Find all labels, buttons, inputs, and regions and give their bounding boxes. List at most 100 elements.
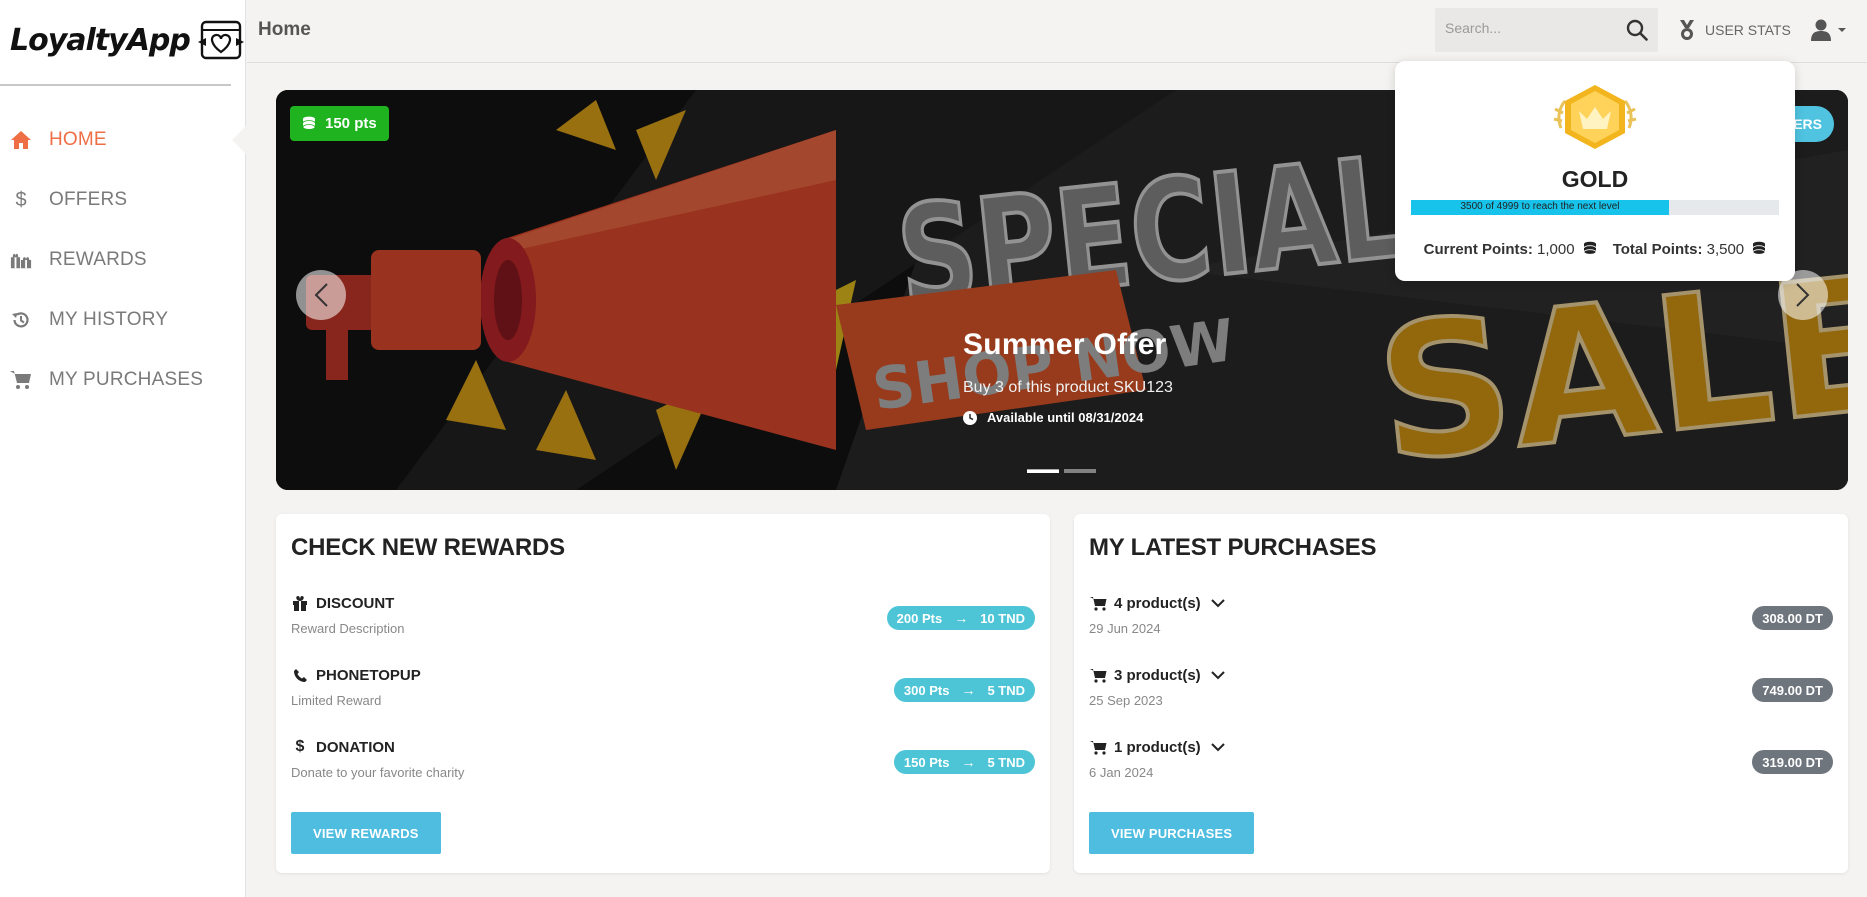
reward-value: 5 TND [987,682,1025,698]
arrow-right-icon: → [954,610,969,626]
reward-name: DONATION [316,738,395,756]
user-level: GOLD [1561,166,1629,192]
home-icon [10,129,32,151]
purchase-item-title-row[interactable]: 3 product(s) [1089,666,1833,684]
purchase-products: 1 product(s) [1114,738,1201,756]
level-progress-text: 3500 of 4999 to reach the next level [1460,201,1620,212]
history-icon [10,309,32,331]
points-badge-label: 150 pts [325,115,377,132]
user-stats-button[interactable]: USER STATS [1677,16,1791,44]
sidebar-item-my-purchases[interactable]: MY PURCHASES [0,350,246,410]
dollar-icon: $ [15,188,27,211]
purchase-date: 6 Jan 2024 [1089,765,1154,780]
medal-icon [1680,20,1694,40]
search-box [1435,8,1658,52]
view-rewards-button[interactable]: VIEW REWARDS [291,812,441,854]
app-logo[interactable]: LoyaltyApp [10,14,246,66]
caret-down-icon [1838,28,1846,32]
cart-icon [1089,738,1107,756]
reward-name: DISCOUNT [316,594,395,612]
purchase-amount-badge: 308.00 DT [1752,606,1833,630]
sidebar-item-home[interactable]: HOME [0,110,247,170]
arrow-right-icon: → [961,754,976,770]
purchase-item-title-row[interactable]: 4 product(s) [1089,594,1833,612]
purchase-item-title-row[interactable]: 1 product(s) [1089,738,1833,756]
purchase-amount-badge: 319.00 DT [1752,750,1833,774]
purchase-item: 3 product(s) 25 Sep 2023 749.00 DT [1089,666,1833,718]
current-points: Current Points: 1,000 [1424,241,1597,258]
purchase-date: 25 Sep 2023 [1089,693,1163,708]
reward-value: 5 TND [987,754,1025,770]
coins-icon [302,116,316,130]
reward-points: 300 Pts [903,682,950,698]
purchase-date: 29 Jun 2024 [1089,621,1161,636]
total-points: Total Points: 3,500 [1613,241,1767,258]
sidebar: LoyaltyApp HOME $ OFFERS REWARDS MY HIST… [0,0,247,897]
reward-item[interactable]: DISCOUNT Reward Description 200 Pts → 10… [291,594,1035,646]
chevron-left-icon [314,283,328,307]
sidebar-item-label: MY PURCHASES [49,369,204,390]
purchase-item: 4 product(s) 29 Jun 2024 308.00 DT [1089,594,1833,646]
carousel-prev-button[interactable] [296,270,346,320]
sidebar-item-rewards[interactable]: REWARDS [0,230,246,290]
user-icon [1811,19,1831,41]
cart-icon [1089,594,1107,612]
chevron-down-icon[interactable] [1210,670,1225,680]
purchase-products: 4 product(s) [1114,594,1201,612]
total-points-value: 3,500 [1706,241,1745,258]
sidebar-item-offers[interactable]: $ OFFERS [0,170,246,230]
chevron-right-icon [1796,283,1810,307]
current-points-value: 1,000 [1537,241,1575,258]
caption-availability: Available until 08/31/2024 [963,410,1173,425]
points-summary: Current Points: 1,000 Total Points: 3,50… [1395,241,1795,258]
reward-points: 150 Pts [903,754,950,770]
reward-name: PHONETOPUP [316,666,421,684]
sidebar-item-label: HOME [49,129,107,150]
purchase-products: 3 product(s) [1114,666,1201,684]
search-icon[interactable] [1626,19,1648,41]
reward-exchange-pill[interactable]: 200 Pts → 10 TND [886,606,1035,630]
logo-text: LoyaltyApp [10,22,191,58]
caption-title: Summer Offer [963,328,1167,361]
total-points-label: Total Points: [1612,241,1703,258]
reward-exchange-pill[interactable]: 150 Pts → 5 TND [893,750,1035,774]
dollar-icon: $ [295,738,305,755]
reward-points: 200 Pts [896,610,943,626]
clock-icon [963,410,977,425]
sidebar-item-my-history[interactable]: MY HISTORY [0,290,246,350]
chevron-down-icon[interactable] [1210,742,1225,752]
topbar: Home USER STATS [247,0,1867,63]
cart-icon [1089,666,1107,684]
caption-subtitle: Buy 3 of this product SKU123 [963,379,1173,396]
carousel-indicator-2[interactable] [1064,469,1096,473]
level-progress-bar: 3500 of 4999 to reach the next level [1411,200,1779,215]
gifts-icon [10,249,32,271]
coins-icon [1583,241,1597,255]
arrow-right-icon: → [961,682,976,698]
user-menu-toggle[interactable] [1811,16,1847,44]
view-purchases-button[interactable]: VIEW PURCHASES [1089,812,1255,854]
reward-item[interactable]: $ DONATION Donate to your favorite chari… [291,738,1035,790]
loyalty-card-icon [197,20,244,60]
purchase-amount-badge: 749.00 DT [1752,678,1833,702]
points-badge: 150 pts [290,106,389,141]
carousel-caption: Summer Offer Buy 3 of this product SKU12… [963,328,1173,425]
search-input[interactable] [1445,20,1615,36]
user-stats-label: USER STATS [1705,22,1791,38]
phone-icon [291,666,309,684]
purchase-item: 1 product(s) 6 Jan 2024 319.00 DT [1089,738,1833,790]
availability-text: Available until 08/31/2024 [987,410,1144,425]
logo-divider [0,84,231,86]
page-title: Home [258,19,311,40]
reward-item[interactable]: PHONETOPUP Limited Reward 300 Pts → 5 TN… [291,666,1035,718]
reward-value: 10 TND [980,610,1025,626]
reward-exchange-pill[interactable]: 300 Pts → 5 TND [893,678,1035,702]
rewards-card: CHECK NEW REWARDS DISCOUNT Reward Descri… [276,514,1050,873]
coins-icon [1752,241,1766,255]
carousel-indicator-1[interactable] [1027,469,1059,473]
purchases-card: MY LATEST PURCHASES 4 product(s) 29 Jun … [1074,514,1848,873]
carousel-indicators [1027,469,1096,473]
sidebar-item-label: REWARDS [49,249,147,270]
sidebar-item-label: OFFERS [49,189,128,210]
chevron-down-icon[interactable] [1210,598,1225,608]
